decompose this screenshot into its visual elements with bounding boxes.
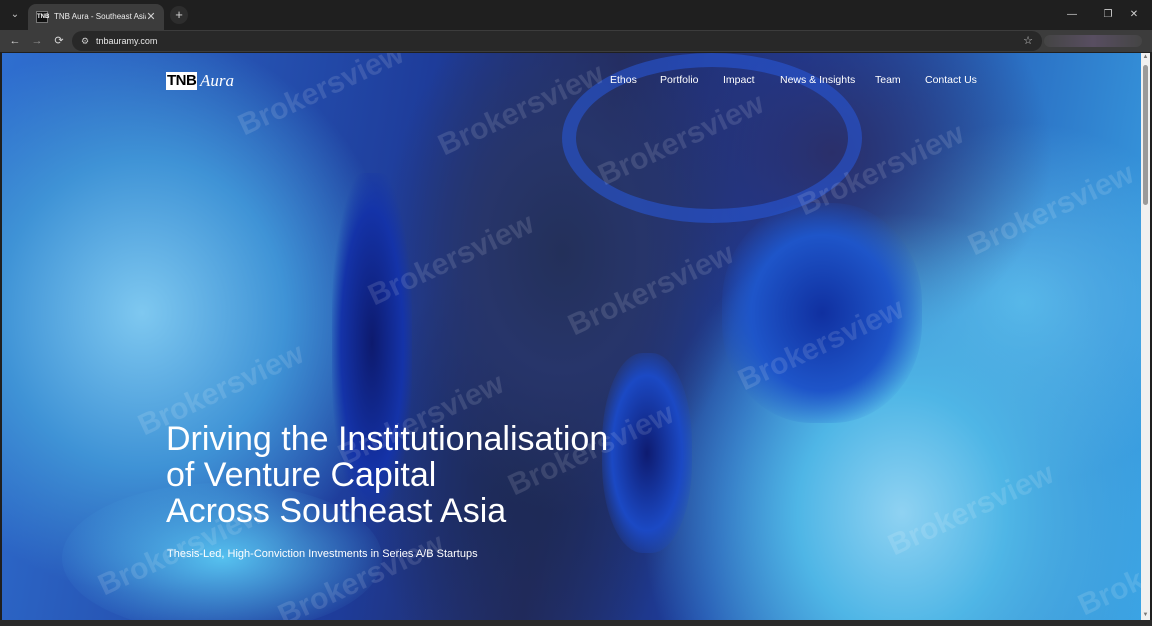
address-bar[interactable]: ⚙ tnbauramy.com ☆ [72, 31, 1042, 51]
window-bottom-edge [0, 620, 1152, 626]
url-text[interactable]: tnbauramy.com [96, 34, 157, 48]
hero-headline: Driving the Institutionalisation of Vent… [166, 421, 766, 529]
nav-link-contact-us[interactable]: Contact Us [925, 73, 977, 87]
hero-headline-line: of Venture Capital [166, 456, 437, 494]
window-close-icon[interactable]: ✕ [1126, 7, 1142, 23]
watermark-text: Brokersview [883, 456, 1059, 563]
hero-headline-line: Across Southeast Asia [166, 492, 507, 530]
browser-tab-active[interactable]: TNB TNB Aura - Southeast Asia Ea ✕ [28, 4, 164, 30]
nav-link-portfolio[interactable]: Portfolio [660, 73, 699, 87]
nav-link-team[interactable]: Team [875, 73, 901, 87]
tab-title: TNB Aura - Southeast Asia Ea [54, 12, 146, 21]
hero-subtitle: Thesis-Led, High-Conviction Investments … [167, 548, 478, 560]
page-scrollbar[interactable]: ▲ ▼ [1141, 53, 1150, 620]
browser-tab-bar: ⌄ TNB TNB Aura - Southeast Asia Ea ✕ + —… [0, 0, 1152, 30]
hero-section: Brokersview Brokersview Brokersview Brok… [2, 53, 1141, 620]
watermark-text: Brokersview [1073, 516, 1141, 620]
browser-toolbar: ← → ⟳ ⚙ tnbauramy.com ☆ [0, 30, 1152, 52]
reload-icon[interactable]: ⟳ [50, 32, 68, 50]
bookmark-star-icon[interactable]: ☆ [1020, 33, 1036, 49]
logo-aura-text: Aura [200, 71, 234, 90]
site-info-icon[interactable]: ⚙ [78, 34, 92, 48]
hero-headline-line: Driving the Institutionalisation [166, 420, 609, 458]
scrollbar-thumb[interactable] [1143, 65, 1148, 205]
forward-icon[interactable]: → [28, 32, 46, 50]
profile-area[interactable] [1044, 35, 1142, 47]
nav-link-ethos[interactable]: Ethos [610, 73, 637, 87]
minimize-icon[interactable]: — [1064, 7, 1080, 23]
tab-list-chevron-icon[interactable]: ⌄ [6, 6, 24, 24]
restore-icon[interactable]: ❐ [1100, 7, 1116, 23]
back-icon[interactable]: ← [6, 32, 24, 50]
watermark-text: Brokersview [563, 236, 739, 343]
nav-link-news-insights[interactable]: News & Insights [780, 73, 855, 87]
tab-close-icon[interactable]: ✕ [144, 10, 158, 24]
watermark-text: Brokersview [233, 53, 409, 143]
watermark-text: Brokersview [963, 156, 1139, 263]
tab-favicon-icon: TNB [36, 11, 49, 23]
scroll-up-arrow-icon[interactable]: ▲ [1141, 53, 1150, 62]
new-tab-button[interactable]: + [170, 6, 188, 24]
nav-link-impact[interactable]: Impact [723, 73, 755, 87]
scroll-down-arrow-icon[interactable]: ▼ [1141, 611, 1150, 620]
logo-tnb-text: TNB [166, 72, 198, 90]
